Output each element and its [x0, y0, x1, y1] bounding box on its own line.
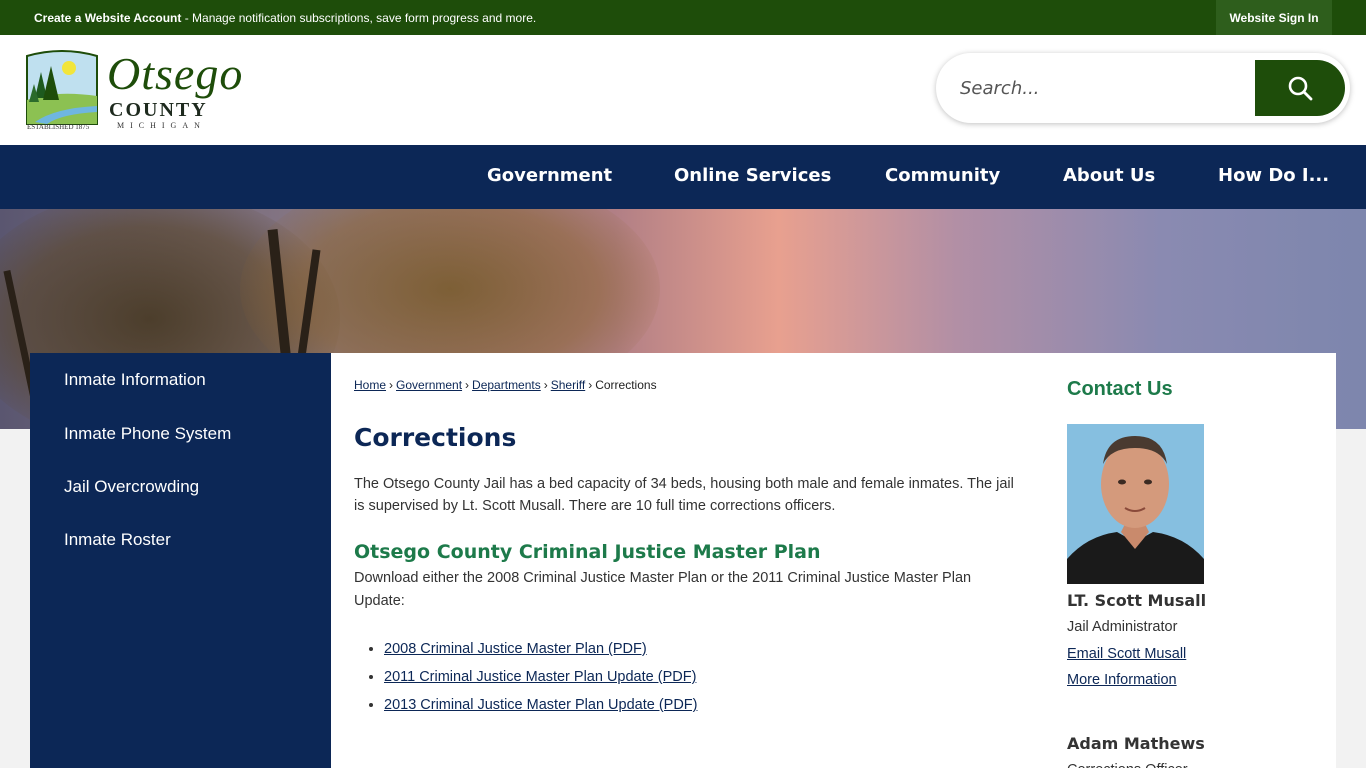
nav-community[interactable]: Community: [885, 165, 1000, 186]
sidebar-item-inmate-roster[interactable]: Inmate Roster: [64, 530, 171, 550]
sidebar-item-inmate-information[interactable]: Inmate Information: [64, 370, 206, 390]
breadcrumb-sheriff[interactable]: Sheriff: [551, 378, 585, 392]
search-box: [936, 53, 1350, 123]
contact-photo: [1067, 424, 1204, 584]
nav-government[interactable]: Government: [487, 165, 612, 186]
county-emblem-icon: [26, 50, 98, 125]
nav-about-us[interactable]: About Us: [1063, 165, 1155, 186]
document-list: 2008 Criminal Justice Master Plan (PDF) …: [384, 635, 697, 719]
logo-wordmark: Otsego: [107, 48, 244, 99]
doc-link-2011[interactable]: 2011 Criminal Justice Master Plan Update…: [384, 669, 696, 685]
list-item: 2011 Criminal Justice Master Plan Update…: [384, 663, 697, 691]
logo-state: MICHIGAN: [117, 121, 206, 130]
doc-link-2008[interactable]: 2008 Criminal Justice Master Plan (PDF): [384, 641, 647, 657]
main-content: Home › Government › Departments › Sheriff › Corr…: [331, 353, 1336, 768]
contact-name-2: Adam Mathews: [1067, 734, 1205, 753]
person-portrait-icon: [1067, 424, 1204, 584]
contact-more-info-link[interactable]: More Information: [1067, 672, 1177, 688]
county-logo[interactable]: Otsego COUNTY MICHIGAN ESTABLISHED 1875: [25, 47, 242, 135]
intro-paragraph: The Otsego County Jail has a bed capacit…: [354, 476, 1014, 514]
doc-link-2013[interactable]: 2013 Criminal Justice Master Plan Update…: [384, 697, 697, 713]
contact-role-2: Corrections Officer: [1067, 762, 1188, 768]
contact-role: Jail Administrator: [1067, 619, 1178, 635]
search-button[interactable]: [1255, 60, 1345, 116]
nav-how-do-i[interactable]: How Do I...: [1218, 165, 1329, 186]
main-navigation: Government Online Services Community Abo…: [0, 145, 1366, 209]
breadcrumb: Home › Government › Departments › Sheriff › Corr…: [354, 378, 657, 392]
sidebar-item-inmate-phone-system[interactable]: Inmate Phone System: [64, 424, 231, 444]
website-sign-in-button[interactable]: Website Sign In: [1216, 0, 1332, 35]
search-icon: [1288, 76, 1313, 101]
breadcrumb-current: Corrections: [595, 378, 657, 392]
create-account-description: - Manage notification subscriptions, sav…: [181, 11, 537, 25]
sidebar-item-jail-overcrowding[interactable]: Jail Overcrowding: [64, 477, 199, 497]
search-input[interactable]: [960, 71, 1240, 105]
breadcrumb-government[interactable]: Government: [396, 378, 462, 392]
breadcrumb-separator: ›: [588, 378, 593, 392]
create-account-label: Create a Website Account: [34, 11, 182, 25]
site-header: Otsego COUNTY MICHIGAN ESTABLISHED 1875: [0, 35, 1366, 145]
breadcrumb-separator: ›: [389, 378, 394, 392]
top-utility-bar: Create a Website Account - Manage notifi…: [0, 0, 1366, 35]
contact-heading: Contact Us: [1067, 378, 1173, 400]
section-sidebar: Inmate Information Inmate Phone System J…: [30, 353, 331, 768]
create-account-link[interactable]: Create a Website Account - Manage notifi…: [34, 11, 536, 25]
list-item: 2013 Criminal Justice Master Plan Update…: [384, 691, 697, 719]
list-item: 2008 Criminal Justice Master Plan (PDF): [384, 635, 697, 663]
contact-name: LT. Scott Musall: [1067, 591, 1207, 610]
breadcrumb-separator: ›: [543, 378, 548, 392]
download-paragraph: Download either the 2008 Criminal Justic…: [354, 570, 972, 609]
nav-online-services[interactable]: Online Services: [674, 165, 831, 186]
breadcrumb-home[interactable]: Home: [354, 378, 386, 392]
logo-established: ESTABLISHED 1875: [27, 123, 90, 131]
logo-county: COUNTY: [109, 99, 208, 121]
master-plan-heading: Otsego County Criminal Justice Master Pl…: [354, 541, 821, 563]
page-title: Corrections: [354, 423, 517, 452]
breadcrumb-departments[interactable]: Departments: [472, 378, 541, 392]
contact-email-link[interactable]: Email Scott Musall: [1067, 646, 1186, 662]
breadcrumb-separator: ›: [465, 378, 470, 392]
